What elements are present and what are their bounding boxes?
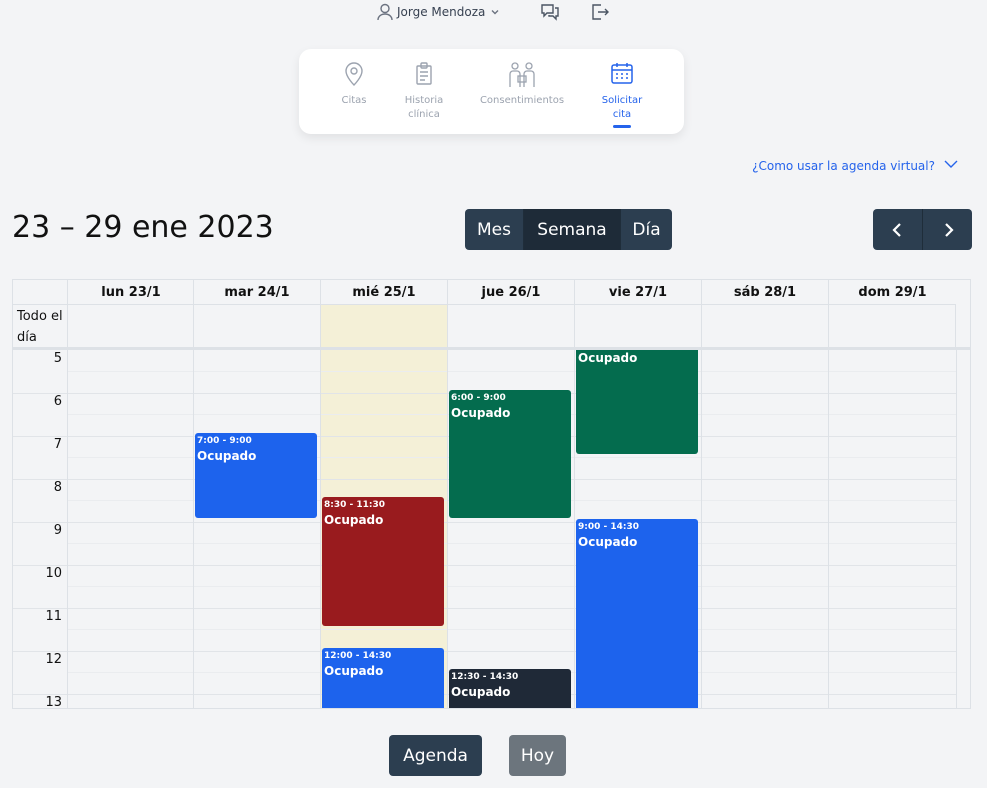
nav-item-historia[interactable]: Historia clínica (399, 61, 449, 122)
date-range-title: 23 – 29 ene 2023 (12, 210, 274, 245)
hour-label: 13 (45, 695, 62, 709)
chevron-down-icon (489, 7, 501, 17)
all-day-cell[interactable] (67, 305, 194, 348)
day-header[interactable]: sáb 28/1 (701, 280, 828, 305)
nav-item-citas[interactable]: Citas (339, 61, 369, 108)
hour-label: 8 (53, 480, 62, 495)
clipboard-icon (399, 61, 449, 87)
agenda-button[interactable]: Agenda (389, 735, 482, 776)
hour-line (13, 651, 956, 652)
help-link[interactable]: ¿Como usar la agenda virtual? (752, 158, 959, 173)
divider (956, 350, 957, 708)
day-header[interactable]: dom 29/1 (828, 280, 956, 305)
view-week-button[interactable]: Semana (524, 209, 621, 250)
event-time: 6:00 - 9:00 (451, 393, 506, 403)
user-icon (377, 3, 393, 21)
user-name: Jorge Mendoza (397, 5, 486, 19)
calendar-event[interactable]: 7:00 - 9:00 Ocupado (195, 433, 317, 518)
event-title: Ocupado (578, 535, 638, 549)
divider (67, 350, 68, 708)
day-header[interactable]: jue 26/1 (447, 280, 574, 305)
nav-item-label: Solicitar cita (601, 95, 643, 120)
all-day-cell[interactable] (701, 305, 828, 348)
all-day-label: Todo el día (17, 309, 63, 345)
view-switcher: Mes Semana Día (465, 209, 672, 250)
hour-label: 10 (45, 566, 62, 581)
hour-label: 11 (45, 609, 62, 624)
all-day-cell[interactable] (320, 305, 447, 348)
nav-item-label: Historia clínica (404, 95, 444, 120)
half-hour-line (67, 371, 956, 372)
nav-item-label: Citas (341, 95, 367, 106)
divider (447, 350, 448, 708)
day-header[interactable]: mié 25/1 (320, 280, 447, 305)
divider (574, 350, 575, 708)
nav-item-consentimientos[interactable]: Consentimientos (474, 61, 570, 108)
day-header[interactable]: lun 23/1 (67, 280, 194, 305)
all-day-cell[interactable] (574, 305, 701, 348)
people-icon (474, 61, 570, 87)
week-calendar: lun 23/1 mar 24/1 mié 25/1 jue 26/1 vie … (12, 279, 971, 709)
hour-line (13, 522, 956, 523)
event-time: 8:30 - 11:30 (324, 500, 386, 510)
calendar-event[interactable]: 6:00 - 9:00 Ocupado (449, 390, 571, 518)
all-day-cell[interactable] (193, 305, 320, 348)
day-header[interactable]: vie 27/1 (574, 280, 701, 305)
event-time: 12:00 - 14:30 (324, 651, 392, 661)
divider (828, 350, 829, 708)
event-title: Ocupado (451, 406, 511, 420)
half-hour-line (67, 586, 956, 587)
main-nav: Citas Historia clínica Consentimientos S… (299, 49, 684, 134)
chevron-down-icon (943, 158, 959, 173)
calendar-event[interactable]: 12:00 - 14:30 Ocupado (322, 648, 444, 708)
event-title: Ocupado (197, 449, 257, 463)
hour-label: 6 (53, 394, 62, 409)
next-button[interactable] (923, 209, 972, 250)
calendar-event[interactable]: Ocupado (576, 350, 698, 454)
nav-item-label: Consentimientos (479, 95, 565, 106)
location-pin-icon (339, 61, 369, 87)
all-day-cell[interactable] (447, 305, 574, 348)
event-title: Ocupado (451, 685, 511, 699)
half-hour-line (67, 629, 956, 630)
view-day-button[interactable]: Día (621, 209, 672, 250)
divider (320, 350, 321, 708)
today-button[interactable]: Hoy (509, 735, 566, 776)
half-hour-line (67, 543, 956, 544)
event-title: Ocupado (324, 513, 384, 527)
calendar-event[interactable]: 9:00 - 14:30 Ocupado (576, 519, 698, 708)
chat-icon[interactable] (540, 2, 560, 22)
all-day-cell[interactable] (828, 305, 956, 348)
hour-label: 7 (53, 437, 62, 452)
event-time: 12:30 - 14:30 (451, 672, 519, 682)
hour-line (13, 608, 956, 609)
event-time: 9:00 - 14:30 (578, 522, 640, 532)
help-link-label: ¿Como usar la agenda virtual? (752, 158, 935, 173)
period-nav (873, 209, 972, 250)
time-gutter-header (13, 280, 67, 305)
day-header[interactable]: mar 24/1 (193, 280, 320, 305)
calendar-icon (597, 61, 647, 87)
prev-button[interactable] (873, 209, 923, 250)
hour-line (13, 565, 956, 566)
event-time: 7:00 - 9:00 (197, 436, 252, 446)
divider (193, 350, 194, 708)
hour-label: 9 (53, 523, 62, 538)
calendar-event[interactable]: 12:30 - 14:30 Ocupado (449, 669, 571, 708)
hour-label: 12 (45, 652, 62, 667)
nav-item-solicitar-cita[interactable]: Solicitar cita (597, 61, 647, 128)
view-month-button[interactable]: Mes (465, 209, 524, 250)
event-title: Ocupado (578, 351, 638, 365)
user-menu[interactable]: Jorge Mendoza (377, 3, 501, 21)
chevron-right-icon (944, 222, 954, 237)
top-bar: Jorge Mendoza (0, 0, 987, 26)
divider (701, 350, 702, 708)
hour-label: 5 (53, 351, 62, 366)
logout-icon[interactable] (590, 2, 610, 22)
chevron-left-icon (891, 222, 901, 237)
event-title: Ocupado (324, 664, 384, 678)
active-indicator (613, 125, 631, 128)
calendar-event[interactable]: 8:30 - 11:30 Ocupado (322, 497, 444, 626)
